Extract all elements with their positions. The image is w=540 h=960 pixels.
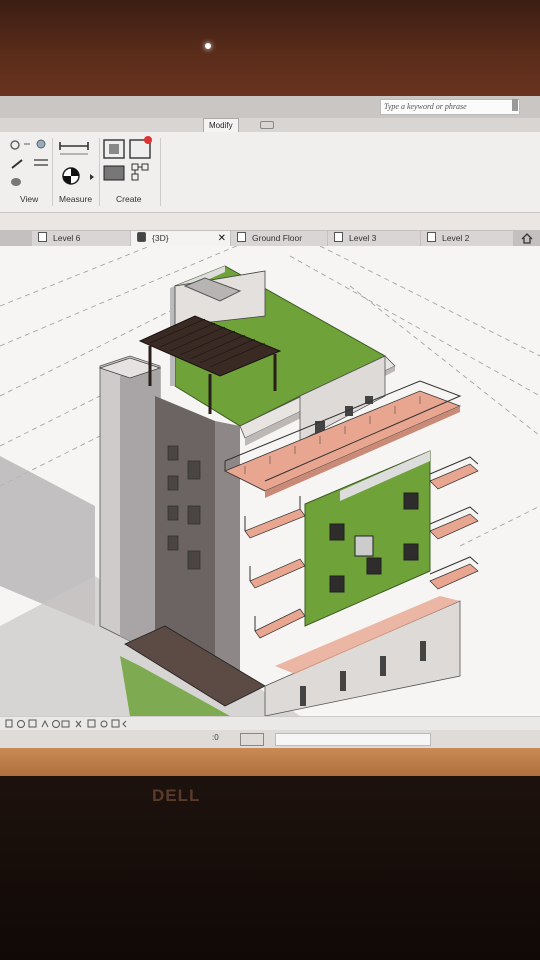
ribbon-separator [160,138,161,206]
status-field[interactable] [275,733,431,746]
monitor-bezel: DELL [0,776,540,960]
tab-3d[interactable]: {3D} ✕ [131,231,230,246]
tab-label: {3D} [152,233,169,243]
document-icon [334,232,343,242]
view-tab-strip: Level 6 {3D} ✕ Ground Floor Level 3 Level… [0,230,540,246]
view-control-icons[interactable] [4,719,134,729]
group-label-measure: Measure [59,194,93,204]
close-icon[interactable]: ✕ [218,231,226,246]
home-icon[interactable] [520,232,534,244]
tab-level-2[interactable]: Level 2 [421,231,513,246]
ribbon-tab-strip: Modify [0,118,540,133]
brand-logo: DELL [152,786,201,805]
group-label-view: View [20,194,39,204]
group-label-create: Create [116,194,142,204]
workset-counter: :0 [212,733,219,742]
ribbon-panel: View Measure Create [0,132,540,213]
view-tools-icon[interactable] [8,138,58,192]
tab-label: Level 2 [442,233,470,243]
building-model[interactable] [0,246,540,716]
tab-label: Level 3 [349,233,377,243]
document-icon [237,232,246,242]
tab-level-6[interactable]: Level 6 [32,231,130,246]
ribbon-separator [99,138,100,206]
document-icon [38,232,47,242]
search-dropdown-icon[interactable] [512,99,518,111]
status-bar: :0 [0,730,540,748]
taskbar [0,748,540,776]
search-input[interactable]: Type a keyword or phrase [380,99,520,115]
monitor-screen: Type a keyword or phrase Modify View Mea… [0,96,540,776]
tab-level-3[interactable]: Level 3 [328,231,420,246]
view-control-bar [0,716,540,731]
3d-viewport[interactable] [0,246,540,716]
tab-modify[interactable]: Modify [203,118,239,133]
create-icon[interactable] [102,136,156,190]
background-wall [0,0,540,100]
ribbon-separator [52,138,53,206]
document-icon [427,232,436,242]
cube-icon [137,232,146,242]
tab-ground-floor[interactable]: Ground Floor [231,231,327,246]
tab-label: Level 6 [53,233,81,243]
ribbon-toggle-icon[interactable] [260,121,274,129]
filter-icon[interactable] [240,733,264,746]
title-bar: Type a keyword or phrase [0,96,540,118]
measure-icon[interactable] [58,140,98,190]
wall-light [205,43,211,49]
tab-label: Ground Floor [252,233,303,243]
